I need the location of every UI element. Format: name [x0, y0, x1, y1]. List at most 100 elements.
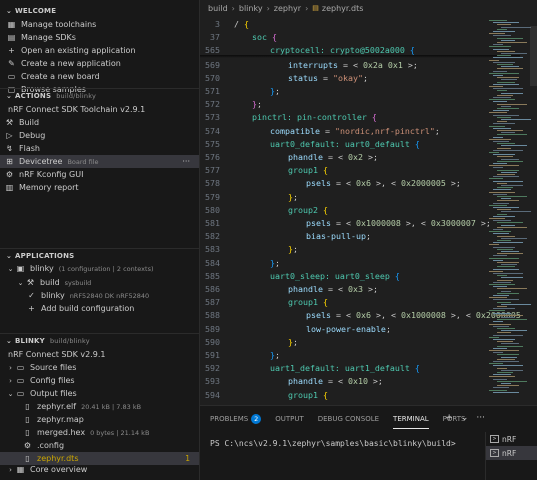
- sticky-scroll-line[interactable]: 37 soc {: [200, 30, 487, 44]
- breadcrumb-item[interactable]: build: [208, 4, 228, 13]
- code-line[interactable]: 582 bias-pull-up;: [200, 230, 487, 243]
- terminal-instance[interactable]: > nRF: [486, 432, 537, 446]
- code-line[interactable]: 588 psels = < 0x6 >, < 0x1000008 >, < 0x2…: [200, 309, 521, 322]
- code-line[interactable]: 593 phandle = < 0x10 >;: [200, 375, 487, 388]
- core-overview[interactable]: › ▦ Core overview: [0, 463, 199, 476]
- chevron-down-icon: ⌄: [7, 264, 14, 273]
- blinky-folder[interactable]: › ▭ Source files: [0, 361, 199, 374]
- code-line[interactable]: 575 uart0_default: uart0_default {: [200, 137, 487, 150]
- debug-icon: ▷: [6, 131, 13, 140]
- code-line[interactable]: 576 phandle = < 0x2 >;: [200, 150, 487, 163]
- tab-output[interactable]: OUTPUT: [275, 406, 304, 432]
- code-line[interactable]: 579};: [200, 190, 487, 203]
- blinky-section-header[interactable]: ⌄ BLINKY build/blinky: [0, 333, 199, 347]
- minimap-line: [501, 119, 531, 120]
- minimap-line: [497, 385, 519, 387]
- code-line[interactable]: 586 phandle = < 0x3 >;: [200, 282, 487, 295]
- terminal-dropdown-icon[interactable]: ⌄: [461, 413, 469, 423]
- action-item[interactable]: ⚒ Build: [0, 116, 199, 129]
- chevron-right-icon: ›: [231, 3, 235, 13]
- minimap-line: [497, 266, 515, 268]
- more-icon[interactable]: ···: [476, 413, 485, 423]
- welcome-item[interactable]: ✎ Create a new application: [0, 57, 199, 70]
- terminal-instance[interactable]: > nRF: [486, 446, 537, 460]
- new-terminal-icon[interactable]: +: [445, 413, 453, 423]
- folder-label: Output files: [30, 389, 77, 398]
- code-line[interactable]: 583};: [200, 243, 487, 256]
- minimap-line: [501, 237, 527, 239]
- target-label: blinky: [41, 291, 65, 300]
- vertical-scrollbar[interactable]: [530, 16, 537, 405]
- welcome-item[interactable]: ▭ Create a new board: [0, 70, 199, 83]
- code-line[interactable]: 591};: [200, 348, 487, 361]
- code-line[interactable]: 573 pinctrl: pin-controller {: [200, 111, 487, 124]
- blinky-folder[interactable]: › ▭ Config files: [0, 374, 199, 387]
- line-number: 572: [205, 99, 220, 110]
- code-line[interactable]: 570 status = "okay";: [200, 71, 487, 84]
- build-config-build[interactable]: ⌄ ⚒ build sysbuild: [0, 276, 199, 289]
- scrollbar-thumb[interactable]: [530, 26, 537, 86]
- minimap-line: [497, 253, 523, 255]
- minimap-line: [489, 244, 499, 246]
- minimap-line: [501, 317, 515, 318]
- welcome-item[interactable]: + Open an existing application: [0, 44, 199, 57]
- action-item[interactable]: ⊞ Devicetree Board file ···: [0, 155, 199, 168]
- code-line[interactable]: 571};: [200, 84, 487, 97]
- code-line[interactable]: 587 group1 {: [200, 296, 487, 309]
- minimap-line: [493, 352, 503, 354]
- add-build-configuration[interactable]: + Add build configuration: [0, 302, 199, 315]
- editor[interactable]: build › blinky › zephyr › ▤ zephyr.dts 3/ {37 so…: [200, 0, 537, 479]
- minimap-line: [493, 339, 515, 340]
- tab-debug-console[interactable]: DEBUG CONSOLE: [318, 406, 379, 432]
- action-item[interactable]: ⚙ nRF Kconfig GUI: [0, 168, 199, 181]
- action-item[interactable]: ▷ Debug: [0, 129, 199, 142]
- code-line[interactable]: 589 low-power-enable;: [200, 322, 487, 335]
- tab-problems[interactable]: PROBLEMS 2: [210, 406, 262, 432]
- minimap-line: [501, 264, 517, 266]
- more-actions-icon[interactable]: ···: [182, 157, 190, 166]
- welcome-item[interactable]: ▦ Manage toolchains: [0, 18, 199, 31]
- code-line[interactable]: 572};: [200, 98, 487, 111]
- line-number: 585: [205, 270, 220, 281]
- output-file[interactable]: ▯ zephyr.map: [0, 413, 199, 426]
- breadcrumb-item[interactable]: blinky: [239, 4, 263, 13]
- action-item-label: Devicetree: [19, 157, 63, 166]
- terminal-prompt[interactable]: PS C:\ncs\v2.9.1\zephyr\samples\basic\bl…: [210, 439, 456, 448]
- minimap-line: [489, 59, 499, 61]
- code-line[interactable]: 580 group2 {: [200, 203, 487, 216]
- minimap-line: [489, 33, 505, 35]
- code-line[interactable]: 569 interrupts = < 0x2a 0x1 >;: [200, 58, 487, 71]
- code-line[interactable]: 584};: [200, 256, 487, 269]
- applications-section-header[interactable]: ⌄ APPLICATIONS: [0, 248, 199, 262]
- minimap-line: [489, 363, 503, 365]
- folder-label: Source files: [30, 363, 77, 372]
- code-line[interactable]: 581 psels = < 0x1000008 >, < 0x3000007 >;: [200, 216, 491, 229]
- code-line[interactable]: 594 group1 {: [200, 388, 487, 401]
- code-line[interactable]: 592 uart1_default: uart1_default {: [200, 362, 487, 375]
- minimap-line: [493, 176, 519, 178]
- sticky-scroll-line[interactable]: 3 / {: [200, 17, 487, 31]
- build-target-blinky[interactable]: ✓ blinky nRF52840 DK nRF52840: [0, 289, 199, 302]
- breadcrumb-item[interactable]: zephyr: [274, 4, 301, 13]
- code-line[interactable]: 578 psels = < 0x6 >, < 0x2000005 >;: [200, 177, 487, 190]
- tab-terminal[interactable]: TERMINAL: [393, 406, 429, 432]
- code-line[interactable]: 590};: [200, 335, 487, 348]
- welcome-section-header[interactable]: ⌄ WELCOME: [0, 4, 199, 18]
- minimap-line: [497, 147, 511, 149]
- application-blinky[interactable]: ⌄ ▣ blinky (1 configuration | 2 contexts…: [0, 262, 199, 275]
- code-line[interactable]: 574 compatible = "nordic,nrf-pinctrl";: [200, 124, 487, 137]
- output-file[interactable]: ▯ zephyr.elf 20.41 kB | 7.83 kB: [0, 400, 199, 413]
- welcome-item[interactable]: ▤ Manage SDKs: [0, 31, 199, 44]
- action-item[interactable]: ▥ Memory report: [0, 181, 199, 194]
- output-file-size: 0 bytes | 21.14 kB: [90, 428, 150, 437]
- code-line[interactable]: 585 uart0_sleep: uart0_sleep {: [200, 269, 487, 282]
- output-file[interactable]: ▯ merged.hex 0 bytes | 21.14 kB: [0, 426, 199, 439]
- action-item[interactable]: ↯ Flash: [0, 142, 199, 155]
- minimap-line: [493, 193, 507, 195]
- panel-tabs: PROBLEMS 2 OUTPUT DEBUG CONSOLE TERMINAL PORT…: [200, 406, 537, 432]
- blinky-folder[interactable]: ⌄ ▭ Output files: [0, 387, 199, 400]
- output-file[interactable]: ⚙ .config: [0, 439, 199, 452]
- code-line[interactable]: 577 group1 {: [200, 164, 487, 177]
- actions-section-header[interactable]: ⌄ ACTIONS build/blinky: [0, 88, 199, 102]
- breadcrumb-item[interactable]: zephyr.dts: [322, 4, 363, 13]
